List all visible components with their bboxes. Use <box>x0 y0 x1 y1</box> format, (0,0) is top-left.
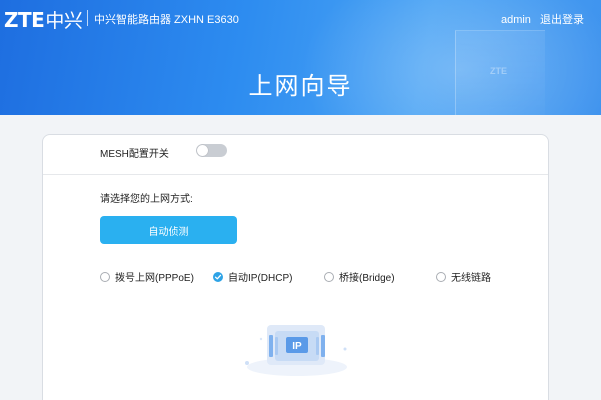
user-area: admin 退出登录 <box>501 11 584 27</box>
header-divider <box>87 10 88 26</box>
radio-bridge[interactable]: 桥接(Bridge) <box>324 269 395 284</box>
connection-type-options: 拨号上网(PPPoE) 自动IP(DHCP) 桥接(Bridge) 无线链路 <box>100 269 540 285</box>
header-banner: ZTE ZTE 中兴 中兴智能路由器 ZXHN E3630 admin 退出登录… <box>0 0 601 115</box>
radio-label: 拨号上网(PPPoE) <box>115 273 194 284</box>
logo-cn-text: 中兴 <box>45 10 83 32</box>
page-title: 上网向导 <box>248 73 353 100</box>
radio-circle <box>100 271 110 282</box>
toggle-knob <box>197 145 208 156</box>
ip-text: IP <box>292 341 302 352</box>
radio-wireless-link[interactable]: 无线链路 <box>436 269 491 284</box>
mesh-toggle[interactable] <box>196 144 227 157</box>
radio-circle <box>436 271 446 282</box>
radio-label: 桥接(Bridge) <box>339 273 395 284</box>
radio-label: 无线链路 <box>451 273 491 284</box>
radio-circle <box>324 271 334 282</box>
connection-type-prompt: 请选择您的上网方式: <box>100 194 193 205</box>
mesh-label: MESH配置开关 <box>100 149 169 160</box>
ip-illustration: IP <box>241 319 353 379</box>
radio-checked-icon <box>213 271 223 282</box>
zte-logo: ZTE 中兴 <box>4 6 83 33</box>
mesh-row: MESH配置开关 <box>43 135 548 175</box>
radio-pppoe[interactable]: 拨号上网(PPPoE) <box>100 269 194 284</box>
radio-label: 自动IP(DHCP) <box>228 273 293 284</box>
logo-text: ZTE <box>4 8 45 32</box>
product-name: 中兴智能路由器 ZXHN E3630 <box>94 14 239 26</box>
wizard-card: MESH配置开关 请选择您的上网方式: 自动侦测 拨号上网(PPPoE) 自动I… <box>42 134 549 400</box>
username-link[interactable]: admin <box>501 14 531 26</box>
radio-dhcp[interactable]: 自动IP(DHCP) <box>213 269 292 284</box>
auto-detect-button[interactable]: 自动侦测 <box>100 216 237 244</box>
logout-link[interactable]: 退出登录 <box>540 14 584 26</box>
